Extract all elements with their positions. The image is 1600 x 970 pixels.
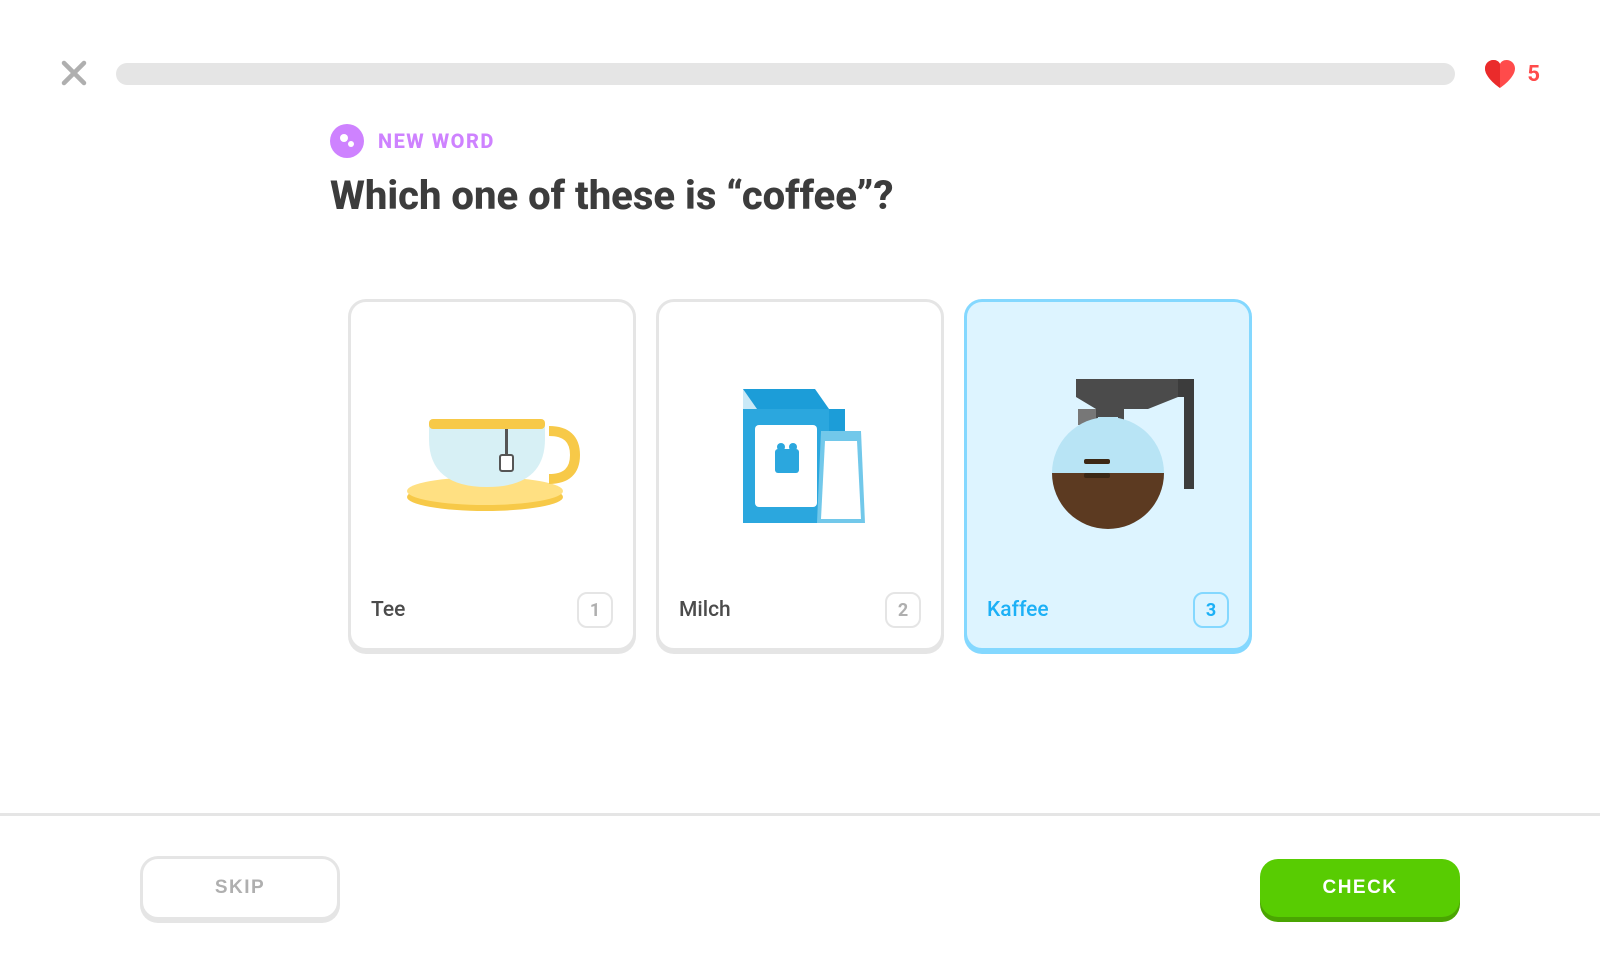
footer: SKIP CHECK xyxy=(0,813,1600,970)
coffee-icon xyxy=(987,318,1229,580)
answer-card-coffee[interactable]: Kaffee 3 xyxy=(964,299,1252,651)
card-number: 3 xyxy=(1193,592,1229,628)
progress-bar xyxy=(116,63,1455,85)
card-number: 2 xyxy=(885,592,921,628)
exercise-content: NEW WORD Which one of these is “coffee”?… xyxy=(310,124,1290,651)
answer-card-milk[interactable]: Milch 2 xyxy=(656,299,944,651)
new-word-badge-label: NEW WORD xyxy=(378,129,495,153)
card-label: Kaffee xyxy=(987,598,1049,622)
close-icon[interactable] xyxy=(60,54,88,94)
answer-card-tea[interactable]: Tee 1 xyxy=(348,299,636,651)
milk-icon xyxy=(679,318,921,580)
prompt-text: Which one of these is “coffee”? xyxy=(330,172,1270,219)
check-button[interactable]: CHECK xyxy=(1260,859,1460,917)
heart-icon xyxy=(1483,59,1517,89)
skip-button[interactable]: SKIP xyxy=(140,856,340,920)
card-label: Tee xyxy=(371,598,405,622)
hearts-counter: 5 xyxy=(1483,59,1540,89)
new-word-badge-icon xyxy=(330,124,364,158)
card-number: 1 xyxy=(577,592,613,628)
heart-count: 5 xyxy=(1527,62,1540,87)
answer-cards: Tee 1 Milch xyxy=(330,299,1270,651)
card-label: Milch xyxy=(679,598,731,622)
tea-icon xyxy=(371,318,613,580)
